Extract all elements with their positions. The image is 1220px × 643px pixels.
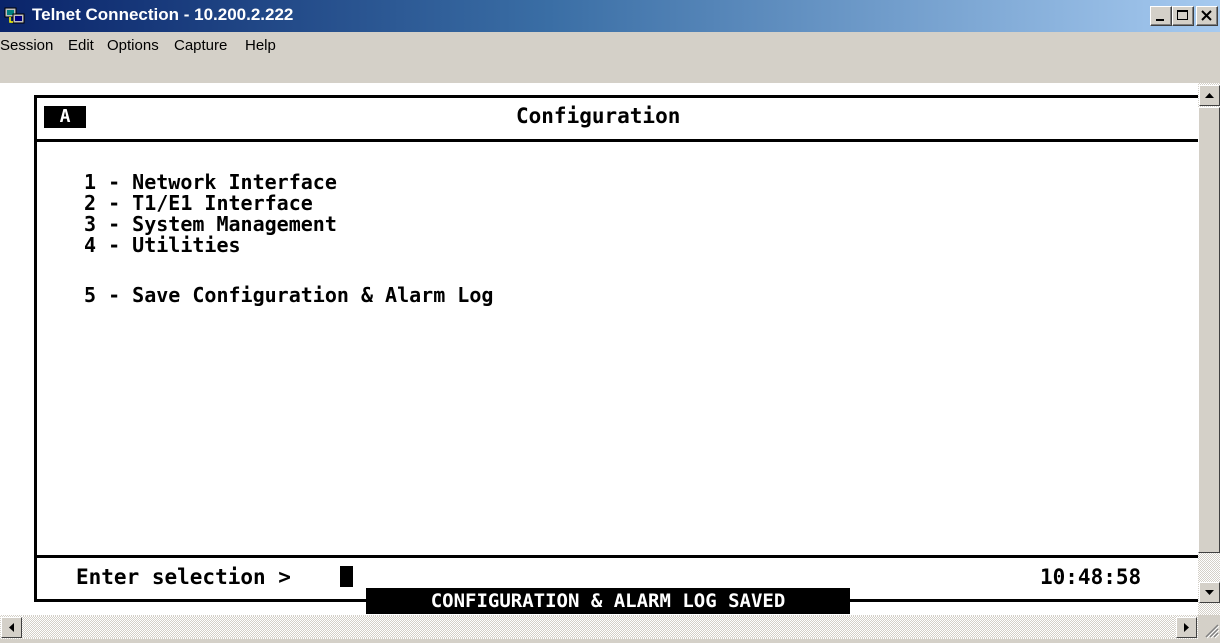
text-cursor[interactable] xyxy=(340,566,353,587)
frame-left-border xyxy=(34,95,37,602)
menu-option-5: 5 - Save Configuration & Alarm Log xyxy=(84,283,494,307)
frame-top-border xyxy=(34,95,1198,98)
arrow-right-icon xyxy=(1184,623,1189,632)
screen-title: Configuration xyxy=(516,104,681,128)
scroll-right-button[interactable] xyxy=(1176,617,1197,638)
clock: 10:48:58 xyxy=(1040,565,1142,589)
scroll-down-button[interactable] xyxy=(1199,582,1220,603)
title-bar[interactable]: Telnet Connection - 10.200.2.222 xyxy=(0,0,1220,32)
minimize-icon xyxy=(1156,19,1164,21)
close-icon xyxy=(1201,10,1212,21)
menu-capture[interactable]: Capture xyxy=(174,37,227,54)
arrow-up-icon xyxy=(1205,93,1214,98)
menu-bar: Session Edit Options Capture Help xyxy=(0,32,1220,58)
scroll-left-button[interactable] xyxy=(1,617,22,638)
menu-option-1: 1 - Network Interface xyxy=(84,170,337,194)
telnet-icon[interactable] xyxy=(4,6,26,26)
maximize-button[interactable] xyxy=(1172,6,1194,26)
menu-option-2: 2 - T1/E1 Interface xyxy=(84,191,313,215)
status-banner: CONFIGURATION & ALARM LOG SAVED xyxy=(366,588,850,614)
session-badge: A xyxy=(44,106,86,128)
menu-help[interactable]: Help xyxy=(245,37,276,54)
terminal-screen[interactable] xyxy=(0,83,1198,615)
window-title: Telnet Connection - 10.200.2.222 xyxy=(32,5,294,24)
resize-grip-icon xyxy=(1205,624,1220,639)
close-button[interactable] xyxy=(1196,6,1218,26)
footer-divider xyxy=(34,555,1198,558)
menu-option-4: 4 - Utilities xyxy=(84,233,241,257)
maximize-icon xyxy=(1177,10,1188,20)
horizontal-scroll-track[interactable] xyxy=(22,616,1173,638)
minimize-button[interactable] xyxy=(1150,6,1172,26)
menu-session[interactable]: Session xyxy=(0,37,53,54)
vertical-scroll-thumb[interactable] xyxy=(1198,107,1220,553)
resize-grip[interactable] xyxy=(1198,615,1220,639)
menu-edit[interactable]: Edit xyxy=(68,37,94,54)
header-divider xyxy=(34,139,1198,142)
arrow-left-icon xyxy=(9,623,14,632)
arrow-down-icon xyxy=(1205,590,1214,595)
menu-option-3: 3 - System Management xyxy=(84,212,337,236)
scroll-up-button[interactable] xyxy=(1199,85,1220,106)
selection-prompt: Enter selection > xyxy=(76,565,291,589)
menu-options[interactable]: Options xyxy=(107,37,159,54)
